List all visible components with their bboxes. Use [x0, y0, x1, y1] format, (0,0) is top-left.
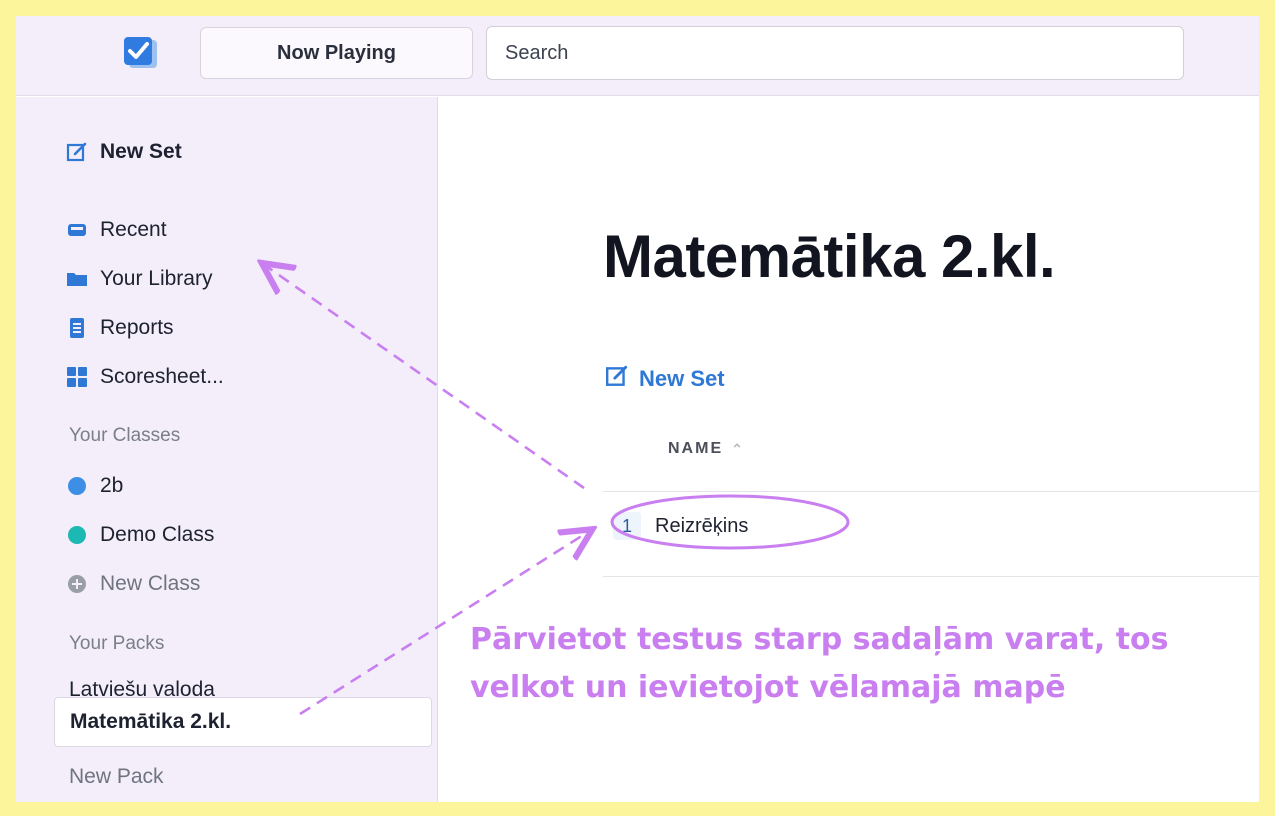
column-header-name[interactable]: NAME ⌃ — [668, 440, 743, 458]
classes-heading: Your Classes — [69, 425, 181, 446]
page-title: Matemātika 2.kl. — [603, 223, 1056, 290]
row-name: Reizrēķins — [655, 514, 749, 537]
sidebar-item-label: Scoresheet... — [100, 365, 224, 388]
sidebar-pack-item-active[interactable]: Matemātika 2.kl. — [54, 697, 432, 747]
sort-caret-icon: ⌃ — [731, 440, 743, 457]
instruction-annotation: Pārvietot testus starp sadaļām varat, to… — [470, 616, 1250, 712]
sidebar-item-label: Demo Class — [100, 523, 215, 546]
annotation-line: Pārvietot testus starp sadaļām varat, to… — [470, 622, 1169, 657]
new-set-label: New Set — [639, 366, 725, 391]
edit-icon — [605, 364, 629, 394]
sidebar-item-label: 2b — [100, 474, 124, 497]
packs-heading: Your Packs — [69, 633, 165, 654]
row-index: 1 — [613, 512, 641, 540]
class-color-dot — [68, 477, 86, 495]
sidebar-new-set[interactable]: New Set — [66, 137, 182, 167]
sidebar-new-set-label: New Set — [100, 140, 182, 163]
sidebar-item-your-library[interactable]: Your Library — [66, 264, 212, 294]
new-pack-button[interactable]: New Pack — [69, 765, 164, 789]
folder-icon — [66, 268, 88, 290]
checkbox-logo-icon[interactable] — [118, 34, 166, 78]
sidebar-item-label: Recent — [100, 218, 167, 241]
table-row[interactable]: 1 Reizrēķins — [603, 492, 1259, 560]
edit-icon — [66, 141, 88, 163]
new-class-button[interactable]: New Class — [66, 569, 200, 599]
plus-circle-icon — [66, 573, 88, 595]
divider — [603, 576, 1259, 577]
top-bar: Now Playing — [16, 16, 1259, 96]
grid-icon — [66, 366, 88, 388]
sidebar-class-item[interactable]: 2b — [66, 471, 123, 501]
class-color-dot — [68, 526, 86, 544]
sidebar-item-reports[interactable]: Reports — [66, 313, 174, 343]
sidebar-item-recent[interactable]: Recent — [66, 215, 167, 245]
inbox-icon — [66, 219, 88, 241]
sidebar: New Set Recent Your Library Reports Scor… — [16, 97, 438, 802]
new-set-button[interactable]: New Set — [605, 364, 725, 394]
sidebar-item-label: Reports — [100, 316, 174, 339]
sidebar-item-label: Your Library — [100, 267, 213, 290]
new-class-label: New Class — [100, 572, 201, 595]
now-playing-button[interactable]: Now Playing — [200, 27, 473, 79]
annotation-line: velkot un ievietojot vēlamajā mapē — [470, 670, 1066, 705]
app-window: Now Playing New Set Recent — [16, 16, 1259, 802]
column-header-label: NAME — [668, 440, 724, 457]
document-icon — [66, 317, 88, 339]
search-input[interactable] — [486, 26, 1184, 80]
sidebar-class-item[interactable]: Demo Class — [66, 520, 214, 550]
sidebar-item-scoresheet[interactable]: Scoresheet... — [66, 362, 224, 392]
